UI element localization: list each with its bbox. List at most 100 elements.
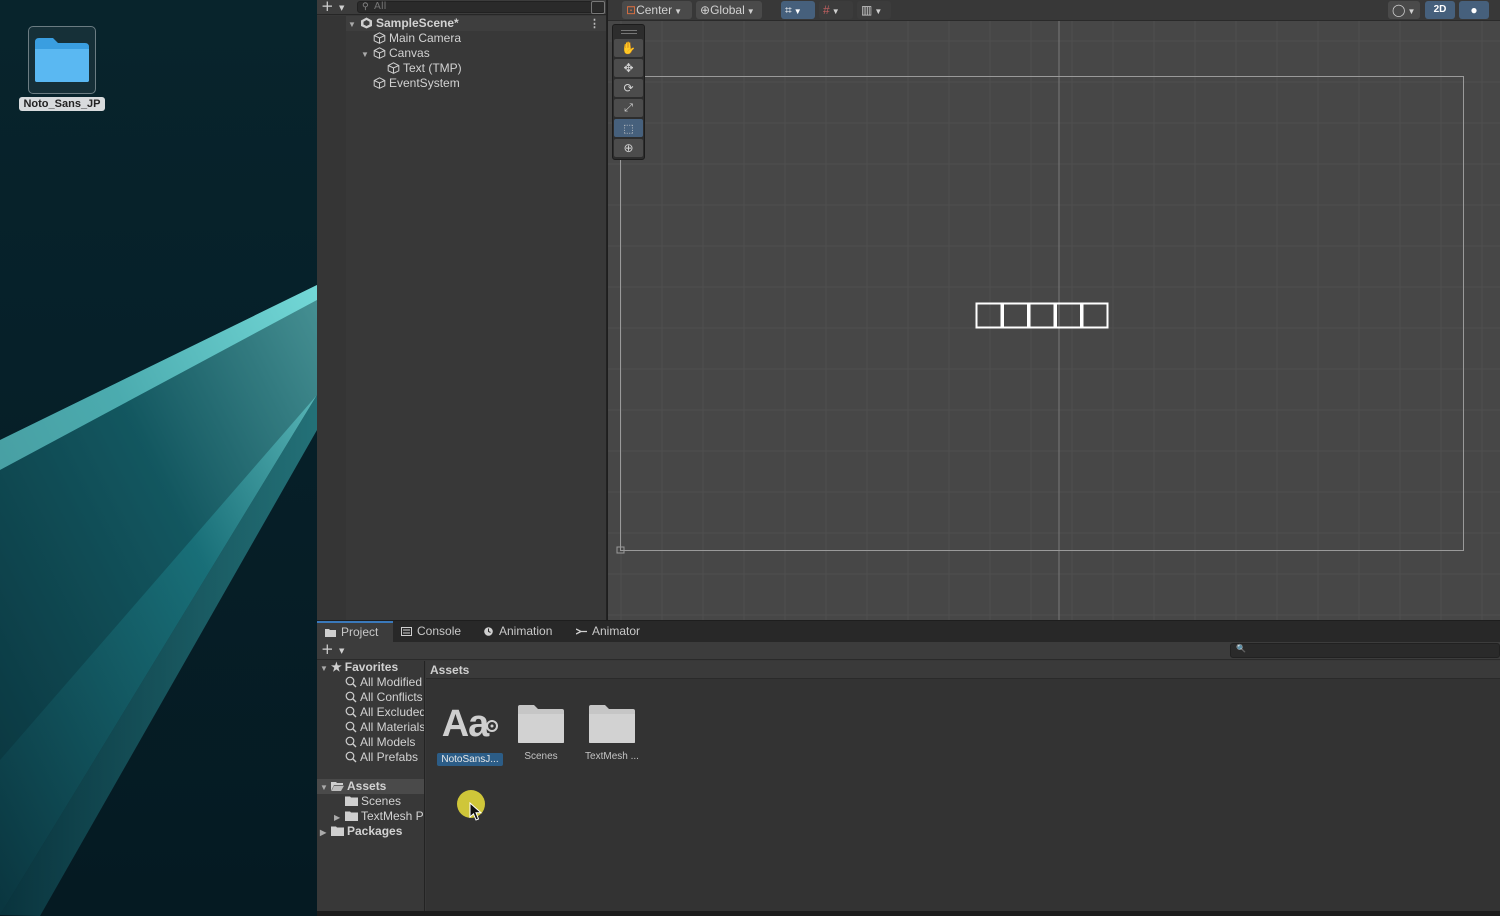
maximize-icon[interactable] [591, 1, 605, 14]
search-icon: ⚲ [362, 2, 369, 12]
project-add-button[interactable]: + ▼ [321, 642, 349, 657]
expand-arrow-icon[interactable]: ▼ [348, 17, 360, 32]
tab-animation[interactable]: Animation [475, 621, 560, 642]
hierarchy-search-input[interactable]: ⚲ All [357, 1, 605, 14]
asset-folder-scenes[interactable]: Scenes [507, 699, 575, 762]
tree-folder-textmesh[interactable]: ▶ TextMesh P [334, 809, 424, 824]
expand-arrow-icon[interactable]: ▶ [320, 825, 331, 840]
folder-icon [578, 699, 646, 749]
tree-item-eventsystem[interactable]: EventSystem [373, 76, 460, 91]
expand-arrow-icon[interactable]: ▶ [334, 810, 345, 825]
scene-view[interactable]: ⊡Center ▼ ⊕Global ▼ ⌗ ▼ # ▼ ▥ ▼ ◯ ▼ 2D ● ✋ ✥ ⟳… [608, 0, 1500, 620]
search-icon: 🔍 [1236, 644, 1246, 653]
asset-name: TextMesh ... [585, 751, 639, 762]
toggle-2d-button[interactable]: 2D [1425, 1, 1455, 19]
snap-toggle-button[interactable]: ⌗ ▼ [781, 1, 815, 19]
grid-icon: # [823, 3, 830, 17]
folder-icon [331, 826, 344, 836]
asset-name: NotoSansJ... [437, 753, 503, 766]
project-search-input[interactable]: 🔍 [1230, 643, 1500, 658]
chevron-down-icon: ▼ [1407, 7, 1416, 16]
scene-toolbar: ⊡Center ▼ ⊕Global ▼ ⌗ ▼ # ▼ ▥ ▼ ◯ ▼ 2D ● [608, 0, 1500, 21]
tree-item-label: EventSystem [389, 76, 460, 90]
desktop-folder[interactable]: Noto_Sans_JP [16, 26, 108, 111]
expand-arrow-icon[interactable]: ▼ [320, 780, 331, 795]
move-tool-button[interactable]: ✥ [614, 59, 643, 77]
rotate-tool-button[interactable]: ⟳ [614, 79, 643, 97]
expand-arrow-icon[interactable]: ▼ [361, 47, 373, 62]
tree-item-text-tmp[interactable]: Text (TMP) [387, 61, 462, 76]
scale-tool-button[interactable]: ⤢ [614, 99, 643, 117]
folder-icon [325, 629, 336, 637]
tree-packages[interactable]: ▶ Packages [320, 824, 402, 839]
tab-project[interactable]: Project [317, 621, 393, 642]
font-icon-text: Aa [441, 702, 490, 745]
favorite-item[interactable]: All Materials [345, 720, 424, 735]
hierarchy-add-button[interactable]: + ▼ [321, 0, 349, 14]
space-global-button[interactable]: ⊕Global ▼ [696, 1, 762, 19]
hand-tool-button[interactable]: ✋ [614, 39, 643, 57]
tab-label: Project [341, 625, 379, 639]
more-options-icon[interactable]: ⋮ [589, 17, 600, 32]
asset-font-notosans[interactable]: Aa NotoSansJ... [436, 699, 504, 766]
hierarchy-toolbar: + ▼ ⚲ All [317, 0, 606, 15]
tree-folder-scenes[interactable]: Scenes [345, 794, 401, 809]
gameobject-cube-icon [373, 32, 386, 44]
tree-assets[interactable]: ▼ Assets [317, 779, 424, 795]
missing-glyph-box [1028, 302, 1056, 329]
missing-glyph-box [1081, 302, 1109, 329]
tab-animator[interactable]: Animator [568, 621, 648, 642]
missing-glyph-box [1055, 302, 1082, 329]
pivot-icon: ⊡ [626, 3, 637, 17]
search-icon [345, 721, 357, 733]
ruler-icon: ▥ [861, 3, 873, 17]
chevron-down-icon: ▼ [339, 4, 345, 12]
chevron-down-icon: ▼ [831, 7, 840, 16]
shading-mode-button[interactable]: ◯ ▼ [1388, 1, 1420, 19]
favorite-item[interactable]: All Prefabs [345, 750, 418, 765]
increment-snap-button[interactable]: ▥ ▼ [857, 1, 891, 19]
tab-label: Animator [592, 624, 641, 638]
toggle-lighting-button[interactable]: ● [1459, 1, 1489, 19]
favorite-label: All Models [360, 735, 416, 749]
scene-name: SampleScene* [376, 16, 459, 30]
pivot-center-button[interactable]: ⊡Center ▼ [622, 1, 692, 19]
chevron-down-icon: ▼ [339, 647, 345, 655]
space-label: Global [710, 3, 745, 17]
favorite-item[interactable]: All Models [345, 735, 415, 750]
canvas-bounds[interactable] [620, 76, 1464, 551]
packages-label: Packages [347, 824, 403, 838]
favorite-item[interactable]: All Modified [345, 675, 422, 690]
search-icon [345, 751, 357, 763]
tree-favorites[interactable]: ▼ ★ Favorites [320, 661, 398, 675]
folder-icon [345, 796, 358, 806]
transform-tool-button[interactable]: ⊕ [614, 139, 643, 157]
folder-icon [345, 811, 358, 821]
tab-console[interactable]: Console [393, 621, 469, 642]
drag-handle-icon[interactable] [620, 30, 637, 34]
animator-icon [576, 628, 587, 635]
tree-item-scene[interactable]: ▼ SampleScene* ⋮ [346, 16, 606, 31]
asset-folder-textmesh[interactable]: TextMesh ... [578, 699, 646, 762]
tree-item-label: Text (TMP) [403, 61, 462, 75]
breadcrumb[interactable]: Assets [426, 661, 1500, 679]
chevron-down-icon: ▼ [674, 7, 683, 16]
tree-item-main-camera[interactable]: Main Camera [373, 31, 461, 46]
favorite-item[interactable]: All Excluded [345, 705, 424, 720]
hand-icon: ✋ [621, 41, 636, 55]
lightbulb-icon: ● [1470, 3, 1478, 17]
rotate-icon: ⟳ [623, 81, 634, 95]
gameobject-cube-icon [373, 47, 386, 59]
project-asset-grid: Assets Aa NotoSansJ... Scenes TextMesh .… [426, 661, 1500, 916]
font-asset-icon: Aa [436, 699, 504, 749]
tree-item-canvas[interactable]: ▼ Canvas [361, 46, 430, 61]
expand-arrow-icon[interactable]: ▼ [320, 661, 331, 676]
gameobject-cube-icon [387, 62, 400, 74]
search-icon [345, 691, 357, 703]
rect-tool-button[interactable]: ⬚ [614, 119, 643, 137]
assets-label: Assets [347, 779, 387, 793]
search-placeholder: All [374, 1, 387, 12]
transform-icon: ⊕ [623, 141, 634, 155]
favorite-item[interactable]: All Conflicts [345, 690, 423, 705]
grid-snap-button[interactable]: # ▼ [819, 1, 853, 19]
